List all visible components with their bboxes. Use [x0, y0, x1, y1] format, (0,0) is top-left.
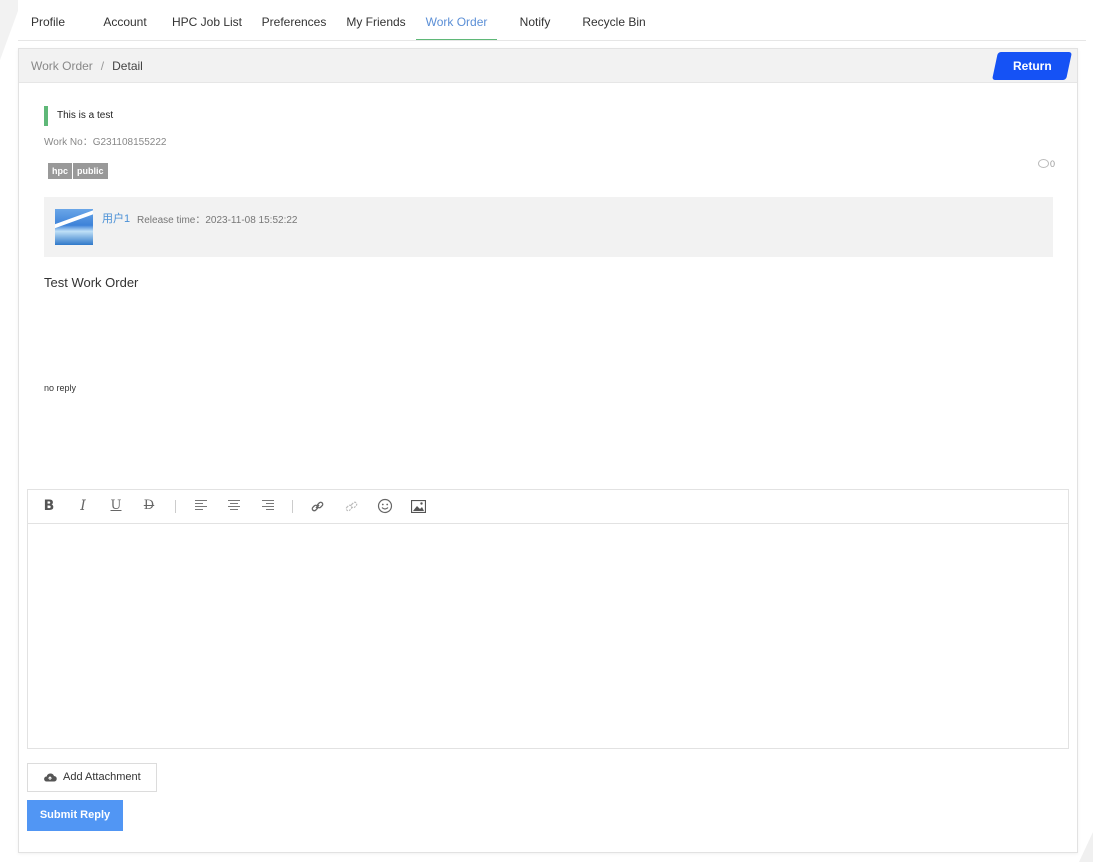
tab-profile[interactable]: Profile	[18, 4, 78, 40]
bold-icon[interactable]: B	[40, 498, 58, 514]
tab-recycle-bin[interactable]: Recycle Bin	[576, 4, 652, 40]
editor-toolbar: B I U D	[28, 490, 1068, 524]
tab-my-friends[interactable]: My Friends	[342, 4, 410, 40]
tab-bar: Profile Account HPC Job List Preferences…	[18, 4, 1086, 41]
work-order-body: Test Work Order	[44, 275, 139, 290]
cloud-upload-icon	[44, 773, 57, 782]
reply-editor: B I U D	[27, 489, 1069, 749]
link-icon[interactable]	[311, 500, 324, 513]
underline-icon[interactable]: U	[107, 498, 125, 514]
release-time: Release time：2023-11-08 15:52:22	[137, 215, 298, 226]
work-order-detail-panel: Work Order / Detail Return This is a test …	[18, 48, 1078, 853]
breadcrumb-work-order[interactable]: Work Order	[31, 59, 93, 73]
submit-reply-button[interactable]: Submit Reply	[27, 800, 123, 831]
author-name-link[interactable]: 用户1	[102, 210, 130, 226]
page-edge-decoration	[0, 0, 18, 60]
author-info: 用户1 Release time：2023-11-08 15:52:22	[44, 197, 1053, 257]
align-left-icon[interactable]	[195, 500, 207, 512]
avatar	[55, 209, 93, 245]
add-attachment-label: Add Attachment	[63, 771, 141, 783]
breadcrumb-separator: /	[100, 59, 105, 73]
comment-count-value: 0	[1050, 159, 1056, 169]
unlink-icon[interactable]	[345, 500, 358, 513]
no-reply-text: no reply	[44, 383, 77, 393]
emoji-icon[interactable]	[377, 498, 393, 514]
return-button[interactable]: Return	[992, 52, 1072, 80]
strikethrough-icon[interactable]: D	[140, 498, 158, 514]
toolbar-divider	[175, 500, 176, 513]
comment-icon	[1038, 159, 1049, 168]
editor-content-area[interactable]	[28, 524, 1068, 748]
toolbar-divider	[292, 500, 293, 513]
add-attachment-button[interactable]: Add Attachment	[27, 763, 157, 792]
tab-preferences[interactable]: Preferences	[258, 4, 330, 40]
tag-hpc: hpc	[48, 163, 73, 179]
tab-work-order[interactable]: Work Order	[416, 4, 497, 40]
italic-icon[interactable]: I	[74, 498, 92, 514]
breadcrumb: Work Order / Detail	[31, 59, 143, 73]
page-edge-decoration-right	[1079, 832, 1093, 862]
align-center-icon[interactable]	[228, 500, 240, 512]
tab-notify[interactable]: Notify	[508, 4, 562, 40]
breadcrumb-detail: Detail	[112, 59, 143, 73]
tag-list: hpc public	[48, 161, 109, 179]
return-button-label: Return	[1012, 59, 1052, 73]
tag-public: public	[73, 163, 108, 179]
tab-hpc-job-list[interactable]: HPC Job List	[168, 4, 246, 40]
comment-count: 0	[1038, 159, 1055, 169]
align-right-icon[interactable]	[262, 500, 274, 512]
work-order-number: Work No：G231108155222	[44, 137, 167, 148]
panel-header: Work Order / Detail Return	[19, 49, 1077, 83]
work-order-title: This is a test	[44, 106, 113, 126]
tab-account[interactable]: Account	[94, 4, 156, 40]
image-icon[interactable]	[411, 500, 426, 513]
